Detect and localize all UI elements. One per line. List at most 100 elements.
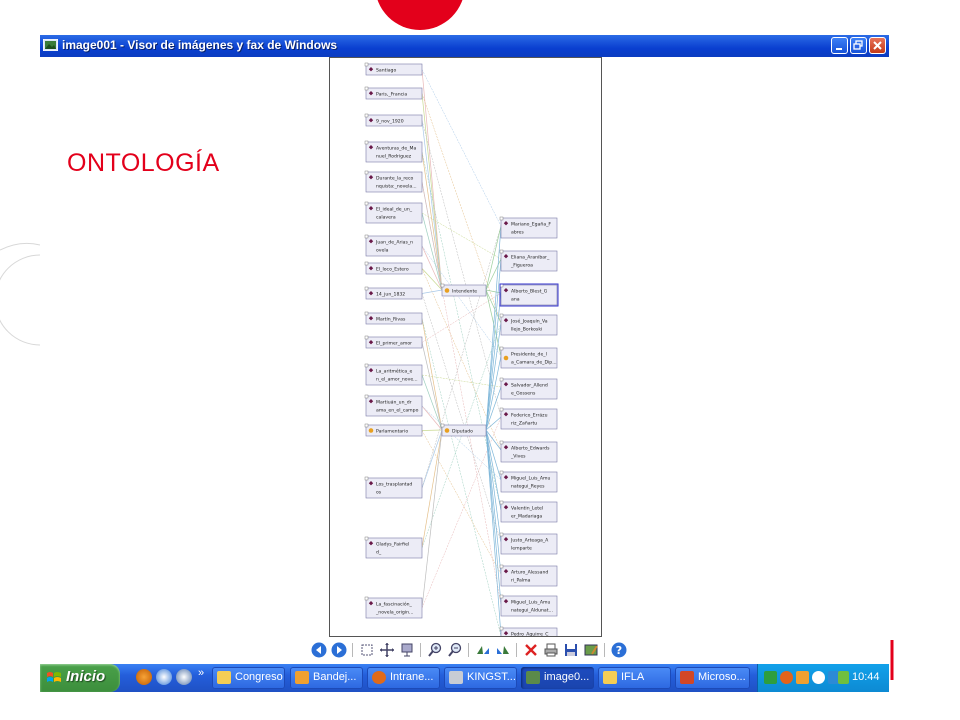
actual-size-icon[interactable] <box>379 642 395 658</box>
rotate-counterclockwise-icon[interactable] <box>495 642 511 658</box>
ontology-node-label: Arturo_Alessand <box>511 570 548 576</box>
expand-handle-icon <box>499 594 504 599</box>
expand-handle-icon <box>364 201 369 206</box>
zoom-out-icon[interactable] <box>447 642 463 658</box>
volume-tray-icon[interactable] <box>838 671 849 684</box>
ontology-edge <box>421 245 502 357</box>
antivirus-tray-icon[interactable] <box>780 671 793 684</box>
toolbar-separator <box>468 643 469 657</box>
ontology-node-left: Martiuán_un_dr ama_en_el_campo <box>364 394 423 417</box>
expand-handle-icon <box>364 170 369 175</box>
ontology-node-box <box>365 537 423 559</box>
taskbar-button-label: Intrane... <box>390 671 434 683</box>
ontology-node-left: El_ideal_de_un_ calavera <box>364 201 423 224</box>
expand-handle-icon <box>499 532 504 537</box>
minimize-button[interactable] <box>831 37 848 54</box>
firefox-quicklaunch-icon[interactable] <box>136 669 152 685</box>
ontology-node-label: Los_trasplantad <box>376 482 412 488</box>
quicklaunch-chevron[interactable]: » <box>198 667 204 679</box>
expand-handle-icon <box>364 86 369 91</box>
internet-explorer-quicklaunch-icon[interactable] <box>156 669 172 685</box>
ontology-node-label: El_primer_amor <box>376 341 412 347</box>
image-viewer-icon <box>526 671 540 684</box>
ontology-edges <box>421 69 502 636</box>
toolbar-separator <box>604 643 605 657</box>
expand-handle-icon <box>364 596 369 601</box>
expand-handle-icon <box>499 407 504 412</box>
expand-handle-icon <box>499 500 504 505</box>
taskbar-button-bandeja[interactable]: Bandej... <box>290 667 363 689</box>
save-icon[interactable] <box>563 642 579 658</box>
ontology-node-label: La_aritmética_e <box>376 368 412 375</box>
ontology-node-label: La_fascinación_ <box>376 601 413 608</box>
image-viewer-app-icon <box>43 39 58 51</box>
ontology-node-label: Martiuán_un_dr <box>376 399 412 406</box>
ontology-node-right: Valentin_Letel er_Madariaga <box>499 500 558 523</box>
ontology-edge <box>421 120 443 291</box>
ontology-node-left: Santiago <box>364 62 423 76</box>
ontology-edge <box>421 120 502 418</box>
ontology-edge <box>421 212 443 291</box>
messenger-tray-icon[interactable] <box>812 671 825 684</box>
ontology-node-label: a_Camara_de_Dip... <box>511 360 557 366</box>
ontology-node-left: Los_trasplantados <box>364 476 423 499</box>
help-icon[interactable]: ? <box>611 642 627 658</box>
ontology-edge <box>421 292 502 343</box>
expand-handle-icon <box>364 394 369 399</box>
taskbar-button-microsoft[interactable]: Microso... <box>675 667 750 689</box>
ontology-node-label: Eliana_Aranibar_ <box>511 255 550 261</box>
zoom-in-icon[interactable] <box>427 642 443 658</box>
taskbar-button-congreso[interactable]: Congreso <box>212 667 285 689</box>
ontology-node-box <box>500 441 558 463</box>
ontology-node-left: Juan_de_Arias_novela <box>364 234 423 257</box>
ontology-edge <box>421 374 443 431</box>
ontology-node-label: _novela_origin... <box>375 610 413 616</box>
expand-handle-icon <box>499 564 504 569</box>
delete-icon[interactable] <box>523 642 539 658</box>
rotate-clockwise-icon[interactable] <box>475 642 491 658</box>
best-fit-icon[interactable] <box>359 642 375 658</box>
slideshow-icon[interactable] <box>399 642 415 658</box>
expand-handle-icon <box>499 313 504 318</box>
red-circle-decoration <box>377 0 463 30</box>
taskbar-button-kingston[interactable]: KINGST... <box>444 667 517 689</box>
taskbar-button-image-viewer[interactable]: image0... <box>521 667 594 689</box>
title-bar[interactable]: image001 - Visor de imágenes y fax de Wi… <box>40 35 889 57</box>
media-quicklaunch-icon[interactable] <box>176 669 192 685</box>
taskbar-button-label: IFLA <box>621 671 645 683</box>
expand-handle-icon <box>364 234 369 239</box>
ontology-node-label: Pedro_Aguirre_C <box>511 632 548 638</box>
ontology-node-right: Mariano_Egaña_Fabres <box>499 216 558 239</box>
next-image-icon[interactable] <box>331 642 347 658</box>
edit-icon[interactable] <box>583 642 599 658</box>
ontology-node-label: Martín_Rivas <box>376 316 406 323</box>
ontology-node-label: Parlamentario <box>376 429 408 435</box>
ontology-edge <box>421 318 443 431</box>
windows-taskbar: Inicio » Congreso Bandej... Intrane... K… <box>40 664 889 692</box>
folder-icon <box>217 671 231 684</box>
network-tray-icon[interactable] <box>764 671 777 684</box>
ontology-node-label: llejo_Borkoski <box>511 327 542 333</box>
taskbar-button-intranet[interactable]: Intrane... <box>367 667 440 689</box>
image-viewer-window: image001 - Visor de imágenes y fax de Wi… <box>40 35 889 662</box>
ontology-node-label: Paris,_Francia <box>376 92 407 98</box>
ontology-edge <box>485 289 502 294</box>
close-button[interactable] <box>869 37 886 54</box>
start-button[interactable]: Inicio <box>40 664 120 692</box>
slide-heading: ONTOLOGÍA <box>67 149 220 177</box>
ontology-node-label: ri_Palma <box>511 578 531 584</box>
restore-button[interactable] <box>850 37 867 54</box>
outlook-tray-icon[interactable] <box>796 671 809 684</box>
taskbar-button-label: Bandej... <box>313 671 357 683</box>
windows-logo-icon <box>47 672 61 682</box>
ontology-node-label: Santiago <box>376 68 396 74</box>
print-icon[interactable] <box>543 642 559 658</box>
previous-image-icon[interactable] <box>311 642 327 658</box>
expand-handle-icon <box>364 113 369 118</box>
expand-handle-icon <box>364 335 369 340</box>
ontology-node-label: er_Madariaga <box>511 514 542 520</box>
taskbar-button-ifla[interactable]: IFLA <box>598 667 671 689</box>
ontology-node-label: d_ <box>376 550 382 556</box>
ontology-node-label: 14_jun_1832 <box>376 292 405 298</box>
expand-handle-icon <box>499 470 504 475</box>
